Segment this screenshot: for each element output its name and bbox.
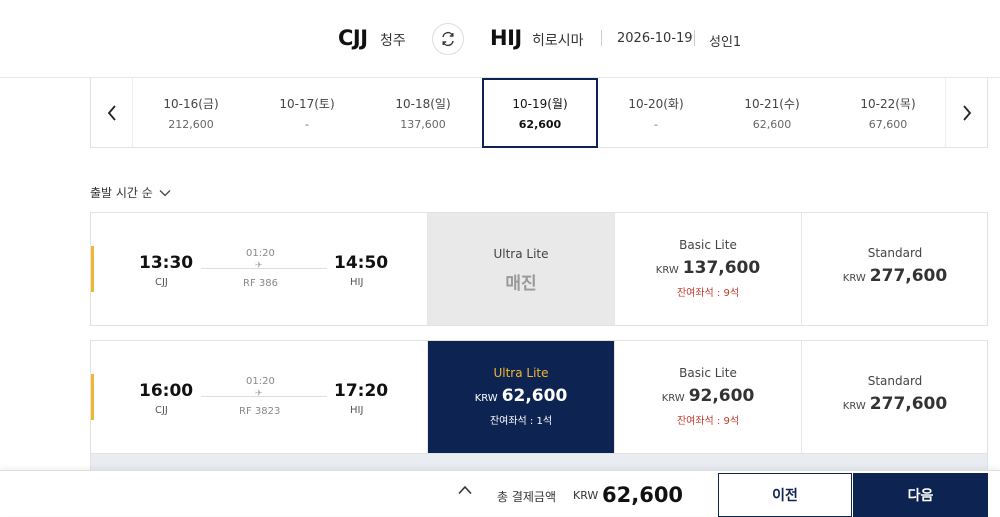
- prev-button[interactable]: 이전: [718, 473, 852, 517]
- date-price: 67,600: [868, 118, 908, 131]
- date-label: 10-22(목): [860, 97, 916, 111]
- chevron-left-icon: [107, 104, 116, 121]
- fare-basic-lite[interactable]: Basic Lite KRW 92,600 잔여좌석 : 9석: [614, 341, 801, 453]
- total-label: 총 결제금액: [497, 490, 557, 504]
- origin-city: 청주: [380, 33, 406, 49]
- route-line: [201, 396, 327, 397]
- fare-ultra-lite-selected[interactable]: Ultra Lite KRW 62,600 잔여좌석 : 1석: [427, 341, 614, 453]
- sold-out-label: 매진: [505, 274, 537, 294]
- date-label: 10-16(금): [163, 97, 219, 111]
- total-amount: 62,600: [602, 483, 684, 507]
- row-accent: [91, 246, 94, 292]
- seats-remaining: 잔여좌석 : 9석: [676, 416, 740, 427]
- departure-time: 13:30: [139, 253, 194, 273]
- departure-airport: CJJ: [155, 277, 168, 288]
- date-price: 137,600: [400, 118, 446, 131]
- swap-icon: [442, 31, 454, 47]
- chevron-down-icon: [159, 189, 171, 196]
- fare-price: KRW 277,600: [802, 394, 988, 414]
- flight-row: 13:30 CJJ 01:20 ✈ RF 386 14:50 HIJ Ultra…: [90, 212, 988, 326]
- sort-dropdown[interactable]: 출발 시간 순: [90, 184, 171, 201]
- date-tab-1020[interactable]: 10-20(화) -: [598, 78, 714, 147]
- departure-airport: CJJ: [155, 405, 168, 416]
- flight-row: 16:00 CJJ 01:20 ✈ RF 3823 17:20 HIJ Ultr…: [90, 340, 988, 454]
- fare-class: Ultra Lite: [493, 247, 549, 261]
- next-button[interactable]: 다음: [853, 473, 988, 517]
- date-tab-1019-selected[interactable]: 10-19(월) 62,600: [482, 78, 598, 148]
- fare-standard[interactable]: Standard KRW 277,600: [801, 213, 988, 325]
- fare-class: Ultra Lite: [493, 366, 549, 380]
- flight-number: RF 386: [243, 278, 278, 289]
- fare-class: Basic Lite: [679, 366, 737, 380]
- date-label: 10-21(수): [744, 97, 800, 111]
- destination-city: 히로시마: [532, 33, 584, 49]
- date-label: 10-19(월): [512, 97, 568, 111]
- divider: [694, 30, 695, 46]
- total-currency: KRW: [573, 489, 599, 502]
- price-amount: 62,600: [501, 386, 568, 406]
- fare-ultra-lite-soldout: Ultra Lite 매진: [427, 213, 614, 325]
- price-amount: 277,600: [869, 266, 948, 286]
- date-tab-1021[interactable]: 10-21(수) 62,600: [714, 78, 830, 147]
- date-label: 10-20(화): [628, 97, 684, 111]
- date-tab-1016[interactable]: 10-16(금) 212,600: [133, 78, 249, 147]
- sort-label: 출발 시간 순: [90, 186, 153, 200]
- travel-date: 2026-10-19: [617, 31, 693, 46]
- date-price: -: [305, 118, 309, 131]
- date-label: 10-18(일): [395, 97, 451, 111]
- currency: KRW: [655, 265, 679, 276]
- date-price: 62,600: [752, 118, 792, 131]
- currency: KRW: [661, 393, 685, 404]
- next-dates-button[interactable]: [945, 78, 987, 147]
- arrival-airport: HIJ: [350, 277, 364, 288]
- fare-price: KRW 92,600: [615, 386, 801, 406]
- date-label: 10-17(토): [279, 97, 335, 111]
- date-tab-1018[interactable]: 10-18(일) 137,600: [365, 78, 481, 147]
- flight-duration: 01:20: [246, 248, 275, 259]
- price-amount: 277,600: [869, 394, 948, 414]
- plane-icon: ✈: [255, 389, 263, 399]
- date-tab-1022[interactable]: 10-22(목) 67,600: [830, 78, 946, 147]
- destination-code: HIJ: [490, 26, 522, 50]
- date-tab-1017[interactable]: 10-17(토) -: [249, 78, 365, 147]
- fare-price: KRW 137,600: [615, 258, 801, 278]
- divider: [601, 30, 602, 46]
- date-selector: 10-16(금) 212,600 10-17(토) - 10-18(일) 137…: [90, 78, 988, 148]
- chevron-up-icon[interactable]: [457, 485, 473, 495]
- currency: KRW: [842, 273, 866, 284]
- route-header: CJJ 청주 HIJ 히로시마 2026-10-19 성인1: [0, 0, 1000, 78]
- arrival-time: 14:50: [334, 253, 389, 273]
- fare-class: Standard: [867, 374, 923, 388]
- arrival-airport: HIJ: [350, 405, 364, 416]
- route-line: [201, 268, 327, 269]
- chevron-right-icon: [962, 104, 971, 121]
- departure-time: 16:00: [139, 381, 194, 401]
- row-accent: [91, 374, 94, 420]
- fare-class: Basic Lite: [679, 238, 737, 252]
- fare-price: KRW 62,600: [428, 386, 614, 406]
- price-amount: 92,600: [688, 386, 755, 406]
- fare-standard[interactable]: Standard KRW 277,600: [801, 341, 988, 453]
- fare-class: Standard: [867, 246, 923, 260]
- seats-remaining: 잔여좌석 : 9석: [676, 288, 740, 299]
- payment-footer: 총 결제금액 KRW 62,600 이전 다음: [0, 470, 1000, 517]
- currency: KRW: [842, 401, 866, 412]
- currency: KRW: [474, 393, 498, 404]
- prev-dates-button[interactable]: [91, 78, 133, 147]
- flight-duration: 01:20: [246, 376, 275, 387]
- seats-remaining: 잔여좌석 : 1석: [489, 416, 553, 427]
- date-price: -: [654, 118, 658, 131]
- date-price: 212,600: [168, 118, 214, 131]
- price-amount: 137,600: [682, 258, 761, 278]
- fare-price: KRW 277,600: [802, 266, 988, 286]
- date-price: 62,600: [518, 118, 562, 131]
- plane-icon: ✈: [255, 261, 263, 271]
- flight-number: RF 3823: [239, 406, 281, 417]
- origin-code: CJJ: [338, 26, 368, 50]
- arrival-time: 17:20: [334, 381, 389, 401]
- fare-basic-lite[interactable]: Basic Lite KRW 137,600 잔여좌석 : 9석: [614, 213, 801, 325]
- swap-route-button[interactable]: [432, 23, 464, 55]
- passenger-count: 성인1: [709, 35, 742, 50]
